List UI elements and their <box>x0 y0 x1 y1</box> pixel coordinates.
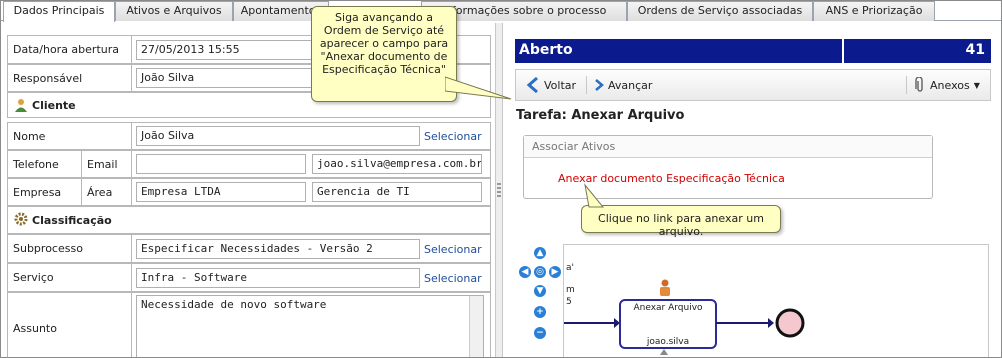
tab-dados-principais[interactable]: Dados Principais <box>3 1 115 22</box>
assunto-label: Assunto <box>8 293 132 357</box>
arrow-left-icon <box>526 77 538 93</box>
tab-bar: Dados Principais Ativos e Arquivos Apont… <box>1 1 1001 22</box>
zoom-out-icon[interactable]: − <box>534 327 546 339</box>
anexos-button[interactable]: Anexos ▼ <box>914 77 980 93</box>
nome-label: Nome <box>8 123 132 149</box>
chevron-down-icon: ▼ <box>973 80 980 90</box>
associar-ativos-header: Associar Ativos <box>524 136 932 158</box>
email-label: Email <box>82 151 132 177</box>
data-abertura-label: Data/hora abertura <box>8 36 132 63</box>
os-number: 41 <box>965 42 985 58</box>
subprocesso-label: Subprocesso <box>8 235 132 262</box>
servico-field[interactable]: Infra - Software <box>136 268 420 288</box>
avancar-label: Avançar <box>608 78 653 92</box>
tab-ordens-servico[interactable]: Ordens de Serviço associadas <box>627 1 813 21</box>
paperclip-icon <box>915 77 923 92</box>
callout-top-text: Siga avançando a Ordem de Serviço até ap… <box>319 11 449 76</box>
row-servico: Serviço Infra - Software Selecionar <box>7 263 491 292</box>
servico-select-link[interactable]: Selecionar <box>424 272 482 285</box>
marker-triangle <box>660 349 668 355</box>
process-diagram: a' m 5 Anexar Arquivo joao.silva <box>563 244 989 357</box>
task-box-name[interactable]: Anexar Arquivo <box>620 303 716 313</box>
pan-left-icon[interactable]: ◀ <box>519 266 531 278</box>
assunto-text: Necessidade de novo software <box>141 298 327 311</box>
window: Dados Principais Ativos e Arquivos Apont… <box>0 0 1002 358</box>
status-separator <box>842 39 844 63</box>
assunto-textarea[interactable]: Necessidade de novo software <box>136 295 484 357</box>
arrow-right-icon <box>595 79 604 91</box>
voltar-label: Voltar <box>544 78 577 92</box>
area-label: Área <box>82 179 132 205</box>
telefone-label: Telefone <box>8 151 82 177</box>
telefone-field[interactable] <box>136 154 306 174</box>
empresa-label: Empresa <box>8 179 82 205</box>
gear-icon <box>14 212 28 226</box>
nome-select-link[interactable]: Selecionar <box>424 130 482 143</box>
task-title: Tarefa: Anexar Arquivo <box>516 108 685 123</box>
person-icon <box>15 99 27 112</box>
section-classificacao: Classificação <box>7 206 491 234</box>
empresa-field[interactable]: Empresa LTDA <box>136 182 306 202</box>
callout-bottom-pointer <box>584 183 605 208</box>
anexos-label: Anexos <box>930 78 970 92</box>
callout-bottom-text: Clique no link para anexar um arquivo. <box>598 212 764 238</box>
subprocesso-select-link[interactable]: Selecionar <box>424 243 482 256</box>
zoom-in-icon[interactable]: + <box>534 306 546 318</box>
flow-out-arrowhead <box>768 318 774 328</box>
servico-label: Serviço <box>8 264 132 291</box>
row-subprocesso: Subprocesso Especificar Necessidades - V… <box>7 234 491 263</box>
assunto-scrollbar[interactable] <box>469 296 483 357</box>
responsavel-label: Responsável <box>8 65 132 91</box>
pan-down-icon[interactable]: ▼ <box>534 285 546 297</box>
callout-top: Siga avançando a Ordem de Serviço até ap… <box>311 6 457 102</box>
center-icon[interactable]: ◎ <box>534 266 546 278</box>
tab-ans-priorizacao[interactable]: ANS e Priorização <box>813 1 935 21</box>
row-assunto: Assunto Necessidade de novo software <box>7 292 491 357</box>
end-event-shape <box>775 308 805 338</box>
cliente-section-title: Cliente <box>32 98 76 112</box>
tab-ativos-arquivos[interactable]: Ativos e Arquivos <box>115 1 233 21</box>
pan-up-icon[interactable]: ▲ <box>534 247 546 259</box>
status-title: Aberto <box>519 42 573 58</box>
user-icon-body <box>660 287 670 296</box>
classificacao-section-title: Classificação <box>32 213 112 227</box>
row-empresa-area: Empresa Área Empresa LTDA Gerencia de TI <box>7 178 491 206</box>
subprocesso-field[interactable]: Especificar Necessidades - Versão 2 <box>136 239 420 259</box>
callout-top-pointer <box>445 76 512 100</box>
user-icon-head <box>661 279 669 287</box>
pan-right-icon[interactable]: ▶ <box>549 266 561 278</box>
nome-field[interactable]: João Silva <box>136 126 420 146</box>
row-telefone-email: Telefone Email joao.silva@empresa.com.br <box>7 150 491 178</box>
row-nome: Nome João Silva Selecionar <box>7 122 491 150</box>
email-field[interactable]: joao.silva@empresa.com.br <box>312 154 482 174</box>
task-box-user: joao.silva <box>646 337 690 347</box>
voltar-button[interactable]: Voltar <box>526 77 576 93</box>
status-bar: Aberto 41 <box>515 39 991 63</box>
area-field[interactable]: Gerencia de TI <box>312 182 482 202</box>
avancar-button[interactable]: Avançar <box>594 77 652 93</box>
action-toolbar: Voltar Avançar Anexos ▼ <box>515 69 991 101</box>
